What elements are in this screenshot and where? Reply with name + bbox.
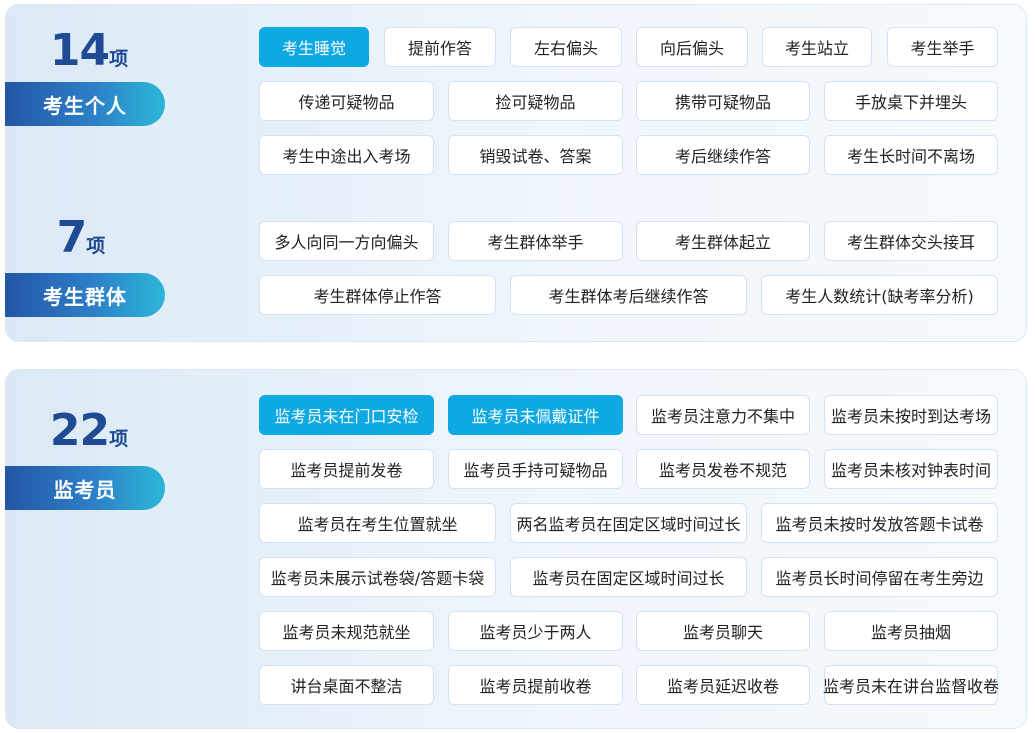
chip-item[interactable]: 考生站立 [762, 27, 872, 67]
chip-item[interactable]: 监考员延迟收卷 [636, 665, 810, 705]
chip-item[interactable]: 监考员未按时到达考场 [824, 395, 998, 435]
group-label: 考生群体 [5, 273, 165, 317]
chip-item[interactable]: 监考员在考生位置就坐 [259, 503, 496, 543]
chip-item[interactable]: 监考员长时间停留在考生旁边 [761, 557, 998, 597]
chip-item[interactable]: 左右偏头 [510, 27, 622, 67]
chip-item[interactable]: 监考员聊天 [636, 611, 810, 651]
chip-item[interactable]: 监考员未核对钟表时间 [824, 449, 998, 489]
chip-item[interactable]: 两名监考员在固定区域时间过长 [510, 503, 747, 543]
chip-item[interactable]: 监考员未在门口安检 [259, 395, 434, 435]
chip-item[interactable]: 考生群体考后继续作答 [510, 275, 747, 315]
chip-item[interactable]: 讲台桌面不整洁 [259, 665, 434, 705]
chip-item[interactable]: 监考员未在讲台监督收卷 [823, 665, 999, 705]
group-count: 7项 [6, 212, 156, 263]
chip-item[interactable]: 监考员发卷不规范 [636, 449, 810, 489]
chip-item[interactable]: 监考员提前收卷 [448, 665, 623, 705]
chip-item[interactable]: 考生群体起立 [636, 221, 810, 261]
group-label: 考生个人 [5, 82, 165, 126]
count-number: 7 [56, 212, 88, 263]
chip-item[interactable]: 考生长时间不离场 [824, 135, 998, 175]
chip-item[interactable]: 捡可疑物品 [448, 81, 623, 121]
chip-item[interactable]: 考生中途出入考场 [259, 135, 434, 175]
count-unit: 项 [109, 428, 129, 450]
chip-item[interactable]: 监考员抽烟 [824, 611, 998, 651]
group-count: 22项 [14, 405, 164, 456]
chip-item[interactable]: 手放桌下并埋头 [824, 81, 998, 121]
chip-item[interactable]: 考生举手 [887, 27, 998, 67]
chip-item[interactable]: 考生睡觉 [259, 27, 369, 67]
chip-item[interactable]: 传递可疑物品 [259, 81, 434, 121]
group-count: 14项 [14, 25, 164, 76]
chip-item[interactable]: 考生群体举手 [448, 221, 623, 261]
group-label: 监考员 [5, 466, 165, 510]
chip-item[interactable]: 监考员未规范就坐 [259, 611, 434, 651]
chip-item[interactable]: 监考员未佩戴证件 [448, 395, 623, 435]
count-unit: 项 [86, 235, 106, 257]
chip-item[interactable]: 监考员注意力不集中 [636, 395, 810, 435]
chip-item[interactable]: 向后偏头 [636, 27, 748, 67]
chip-item[interactable]: 多人向同一方向偏头 [259, 221, 434, 261]
count-unit: 项 [109, 48, 129, 70]
count-number: 14 [49, 25, 110, 76]
chip-item[interactable]: 监考员提前发卷 [259, 449, 434, 489]
chip-item[interactable]: 考生群体交头接耳 [824, 221, 998, 261]
count-number: 22 [49, 405, 110, 456]
chip-item[interactable]: 监考员手持可疑物品 [448, 449, 623, 489]
chip-item[interactable]: 监考员在固定区域时间过长 [510, 557, 747, 597]
chip-item[interactable]: 监考员少于两人 [448, 611, 623, 651]
chip-item[interactable]: 提前作答 [384, 27, 496, 67]
chip-item[interactable]: 销毁试卷、答案 [448, 135, 623, 175]
chip-item[interactable]: 监考员未展示试卷袋/答题卡袋 [259, 557, 496, 597]
chip-item[interactable]: 考后继续作答 [636, 135, 810, 175]
chip-item[interactable]: 考生群体停止作答 [259, 275, 496, 315]
chip-item[interactable]: 监考员未按时发放答题卡试卷 [761, 503, 998, 543]
chip-item[interactable]: 考生人数统计(缺考率分析) [761, 275, 998, 315]
chip-item[interactable]: 携带可疑物品 [636, 81, 810, 121]
